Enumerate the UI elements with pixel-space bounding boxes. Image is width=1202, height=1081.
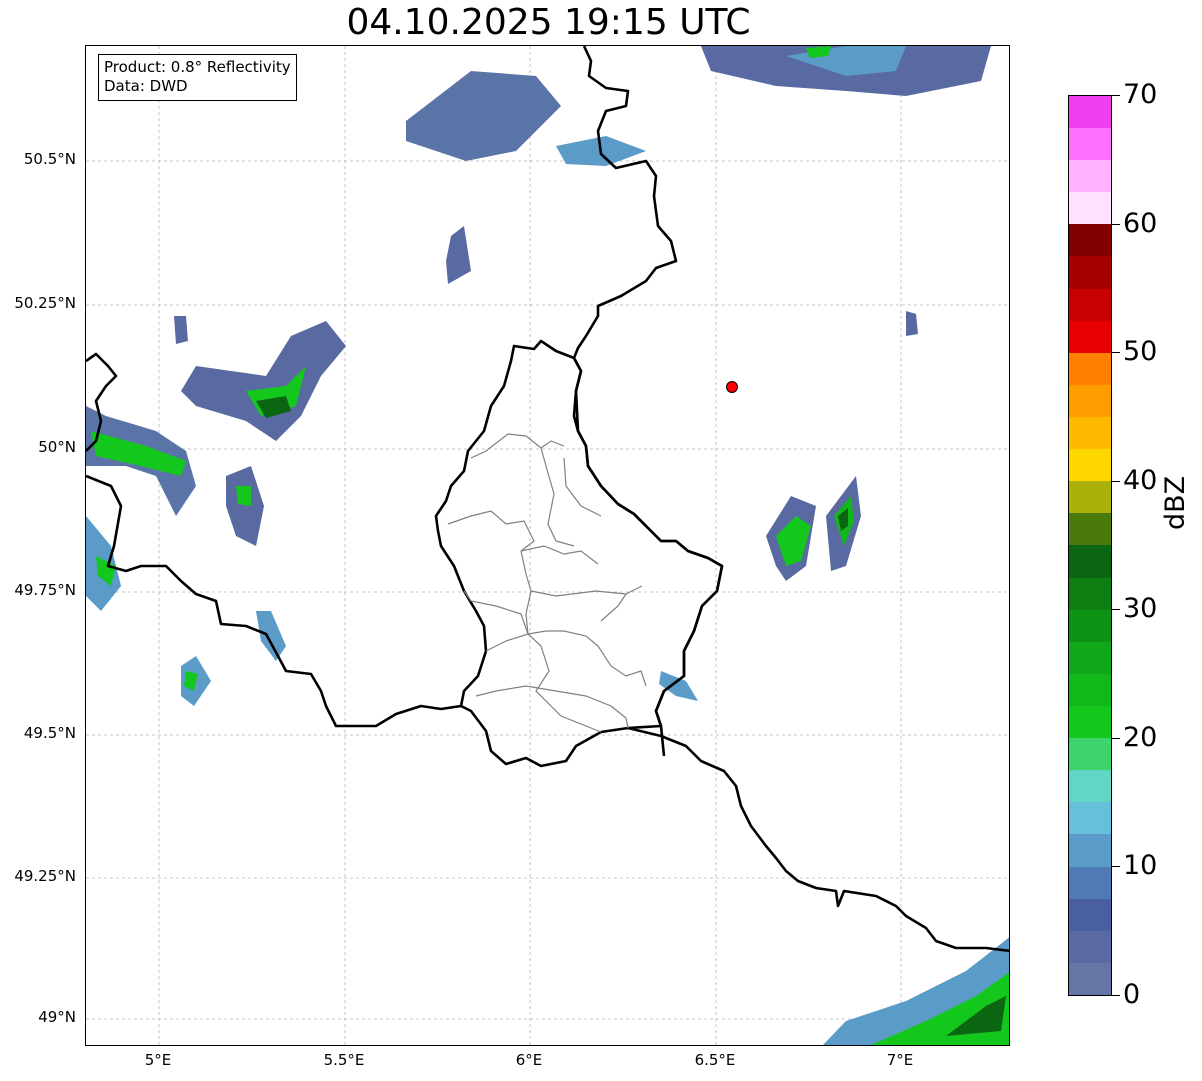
colorbar-tick-label: 20 [1123, 722, 1158, 753]
lon-label: 6°E [515, 1051, 543, 1069]
lat-label: 50.25°N [14, 294, 76, 312]
colorbar-swatch [1069, 256, 1111, 289]
radar-map[interactable] [85, 45, 1010, 1046]
data-source-label: Data: DWD [104, 77, 188, 95]
colorbar-swatch [1069, 384, 1111, 418]
colorbar-tick-label: 50 [1123, 336, 1158, 367]
product-info-box: Product: 0.8° Reflectivity Data: DWD [98, 54, 297, 101]
colorbar-swatch [1069, 513, 1111, 546]
lat-label: 50.5°N [23, 150, 76, 168]
colorbar-swatch [1069, 962, 1111, 995]
echo-cell [236, 486, 251, 506]
colorbar-swatch [1069, 770, 1111, 803]
colorbar-tick [1112, 609, 1120, 610]
colorbar-swatch [1069, 481, 1111, 514]
canton-boundaries [447, 433, 647, 733]
echo-cell [659, 671, 698, 701]
colorbar-swatch [1069, 192, 1111, 225]
colorbar-tick-label: 60 [1123, 208, 1158, 239]
location-marker [726, 381, 738, 393]
colorbar-swatch [1069, 673, 1111, 707]
colorbar-tick [1112, 224, 1120, 225]
product-label: Product: 0.8° Reflectivity [104, 58, 291, 76]
echo-cell [446, 226, 471, 284]
colorbar-swatch [1069, 866, 1111, 899]
echo-cell [256, 611, 286, 661]
colorbar-swatch [1069, 352, 1111, 385]
echo-cell [181, 321, 346, 441]
border-luxembourg [434, 339, 724, 768]
colorbar-swatch [1069, 706, 1111, 739]
colorbar-tick-label: 30 [1123, 593, 1158, 624]
country-borders [86, 46, 1009, 953]
colorbar-swatch [1069, 802, 1111, 835]
map-svg [86, 46, 1009, 1045]
lon-label: 6.5°E [694, 1051, 736, 1069]
colorbar-swatch [1069, 95, 1111, 129]
lat-label: 50°N [38, 438, 76, 456]
colorbar-tick [1112, 481, 1120, 482]
border-belgium-france [86, 474, 462, 728]
lat-label: 49.5°N [23, 724, 76, 742]
colorbar-swatch [1069, 609, 1111, 642]
colorbar-swatch [1069, 577, 1111, 610]
lat-label: 49.25°N [14, 867, 76, 885]
colorbar-swatch [1069, 641, 1111, 674]
lon-label: 7°E [886, 1051, 914, 1069]
colorbar-tick-label: 10 [1123, 850, 1158, 881]
lon-label: 5°E [144, 1051, 172, 1069]
echo-cell [906, 311, 918, 336]
colorbar-tick [1112, 95, 1120, 96]
colorbar-tick-label: 70 [1123, 79, 1158, 110]
colorbar-swatch [1069, 224, 1111, 257]
colorbar-tick [1112, 866, 1120, 867]
colorbar-swatch [1069, 898, 1111, 931]
colorbar-tick [1112, 738, 1120, 739]
colorbar-tick-label: 40 [1123, 465, 1158, 496]
colorbar-swatch [1069, 320, 1111, 353]
colorbar-swatch [1069, 834, 1111, 867]
colorbar-swatch [1069, 738, 1111, 771]
colorbar-swatch [1069, 160, 1111, 193]
colorbar-swatch [1069, 449, 1111, 482]
border-germany-south [627, 726, 1009, 953]
colorbar-swatch [1069, 930, 1111, 963]
colorbar-swatch [1069, 288, 1111, 321]
colorbar-swatch [1069, 545, 1111, 578]
echo-cell [406, 71, 561, 161]
colorbar-unit-label: dBZ [1160, 475, 1191, 530]
colorbar-tick [1112, 995, 1120, 996]
lon-label: 5.5°E [323, 1051, 365, 1069]
lat-label: 49°N [38, 1008, 76, 1026]
colorbar-tick [1112, 352, 1120, 353]
lat-label: 49.75°N [14, 581, 76, 599]
echo-cell [226, 466, 264, 546]
colorbar-swatch [1069, 417, 1111, 450]
colorbar [1068, 95, 1112, 996]
colorbar-swatch [1069, 128, 1111, 161]
map-title: 04.10.2025 19:15 UTC [346, 2, 751, 43]
colorbar-tick-label: 0 [1123, 979, 1141, 1010]
echo-cell [174, 316, 188, 344]
